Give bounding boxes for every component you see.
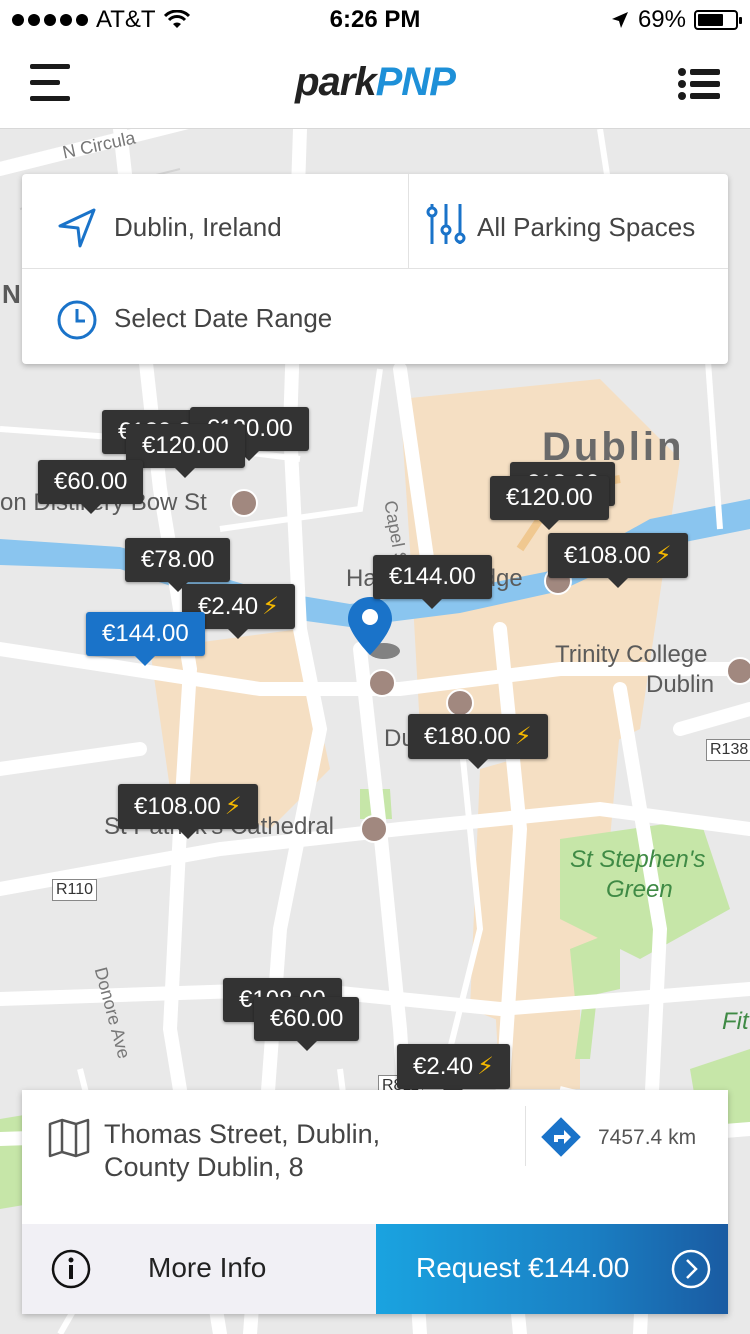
road-shield-r110: R110 bbox=[52, 879, 98, 901]
sliders-icon bbox=[426, 204, 466, 244]
info-icon bbox=[51, 1249, 91, 1289]
navigation-arrow-icon bbox=[58, 208, 96, 248]
price-marker[interactable]: €60.00 bbox=[254, 997, 360, 1051]
battery-percent: 69% bbox=[637, 6, 686, 33]
list-icon[interactable] bbox=[678, 66, 720, 102]
selected-space-card: Thomas Street, Dublin, County Dublin, 8 … bbox=[22, 1090, 728, 1314]
ev-bolt-icon: ⚡ bbox=[224, 793, 242, 820]
clock-icon bbox=[57, 300, 97, 340]
price-marker[interactable]: €144.00 bbox=[373, 555, 492, 609]
location-arrow-icon bbox=[611, 12, 628, 28]
chevron-right-circle-icon bbox=[671, 1249, 711, 1289]
price-marker[interactable]: €78.00 bbox=[125, 538, 231, 592]
price-marker[interactable]: €60.00 bbox=[38, 460, 144, 514]
price-marker[interactable]: €2.40 ⚡ bbox=[397, 1044, 510, 1099]
app-logo: parkPNP bbox=[0, 60, 750, 105]
location-field[interactable]: Dublin, Ireland bbox=[22, 174, 408, 268]
date-range-text: Select Date Range bbox=[114, 303, 333, 333]
church-icon bbox=[360, 815, 388, 843]
map-label-trinity-college: Trinity College bbox=[555, 641, 708, 668]
map-label-trinity-dublin: Dublin bbox=[646, 671, 715, 698]
price-marker[interactable]: €120.00 bbox=[126, 424, 245, 478]
map-label-st-stephens: St Stephen's bbox=[570, 846, 706, 873]
price-marker[interactable]: €108.00 ⚡ bbox=[548, 533, 688, 588]
road-shield-r138: R138 bbox=[706, 739, 750, 761]
castle-icon bbox=[446, 689, 474, 717]
location-text: Dublin, Ireland bbox=[114, 212, 282, 242]
filter-field[interactable]: All Parking Spaces bbox=[409, 174, 728, 268]
status-bar: AT&T 6:26 PM 69% bbox=[0, 0, 750, 40]
directions-icon[interactable] bbox=[540, 1116, 582, 1158]
distance-text: 7457.4 km bbox=[598, 1126, 697, 1149]
landmark-icon bbox=[230, 489, 258, 517]
ev-bolt-icon: ⚡ bbox=[477, 1053, 494, 1080]
logo-park: park bbox=[295, 60, 376, 104]
card-divider bbox=[525, 1106, 526, 1166]
search-card: Dublin, Ireland All Parking Spaces Selec… bbox=[22, 174, 728, 364]
battery-fill bbox=[698, 14, 723, 26]
price-marker[interactable]: €108.00 ⚡ bbox=[118, 784, 258, 839]
filter-text: All Parking Spaces bbox=[477, 212, 696, 242]
school-icon bbox=[726, 657, 750, 685]
logo-pnp: PNP bbox=[375, 60, 456, 104]
map-label-fit: Fit bbox=[722, 1008, 749, 1035]
status-right: 69% bbox=[610, 6, 742, 34]
map-label-n: N bbox=[2, 279, 21, 309]
ev-bolt-icon: ⚡ bbox=[654, 542, 672, 569]
search-row-top: Dublin, Ireland All Parking Spaces bbox=[22, 174, 728, 269]
landmark-icon bbox=[368, 669, 396, 697]
price-marker[interactable]: €120.00 bbox=[490, 476, 609, 530]
address-text: Thomas Street, Dublin, County Dublin, 8 bbox=[104, 1119, 381, 1182]
date-range-field[interactable]: Select Date Range bbox=[22, 269, 728, 364]
request-label: Request €144.00 bbox=[416, 1252, 630, 1283]
map-label-green: Green bbox=[606, 876, 673, 903]
location-pin-icon[interactable] bbox=[346, 595, 406, 661]
more-info-label: More Info bbox=[148, 1252, 267, 1283]
ev-bolt-icon: ⚡ bbox=[262, 593, 279, 620]
price-marker[interactable]: €180.00 ⚡ bbox=[408, 714, 548, 769]
app-header: parkPNP bbox=[0, 40, 750, 129]
map-icon bbox=[48, 1118, 90, 1158]
battery-icon bbox=[694, 10, 742, 30]
price-marker-selected[interactable]: €144.00 bbox=[86, 612, 205, 666]
more-info-button[interactable]: More Info bbox=[22, 1224, 376, 1314]
request-button[interactable]: Request €144.00 bbox=[376, 1224, 728, 1314]
ev-bolt-icon: ⚡ bbox=[514, 723, 532, 750]
